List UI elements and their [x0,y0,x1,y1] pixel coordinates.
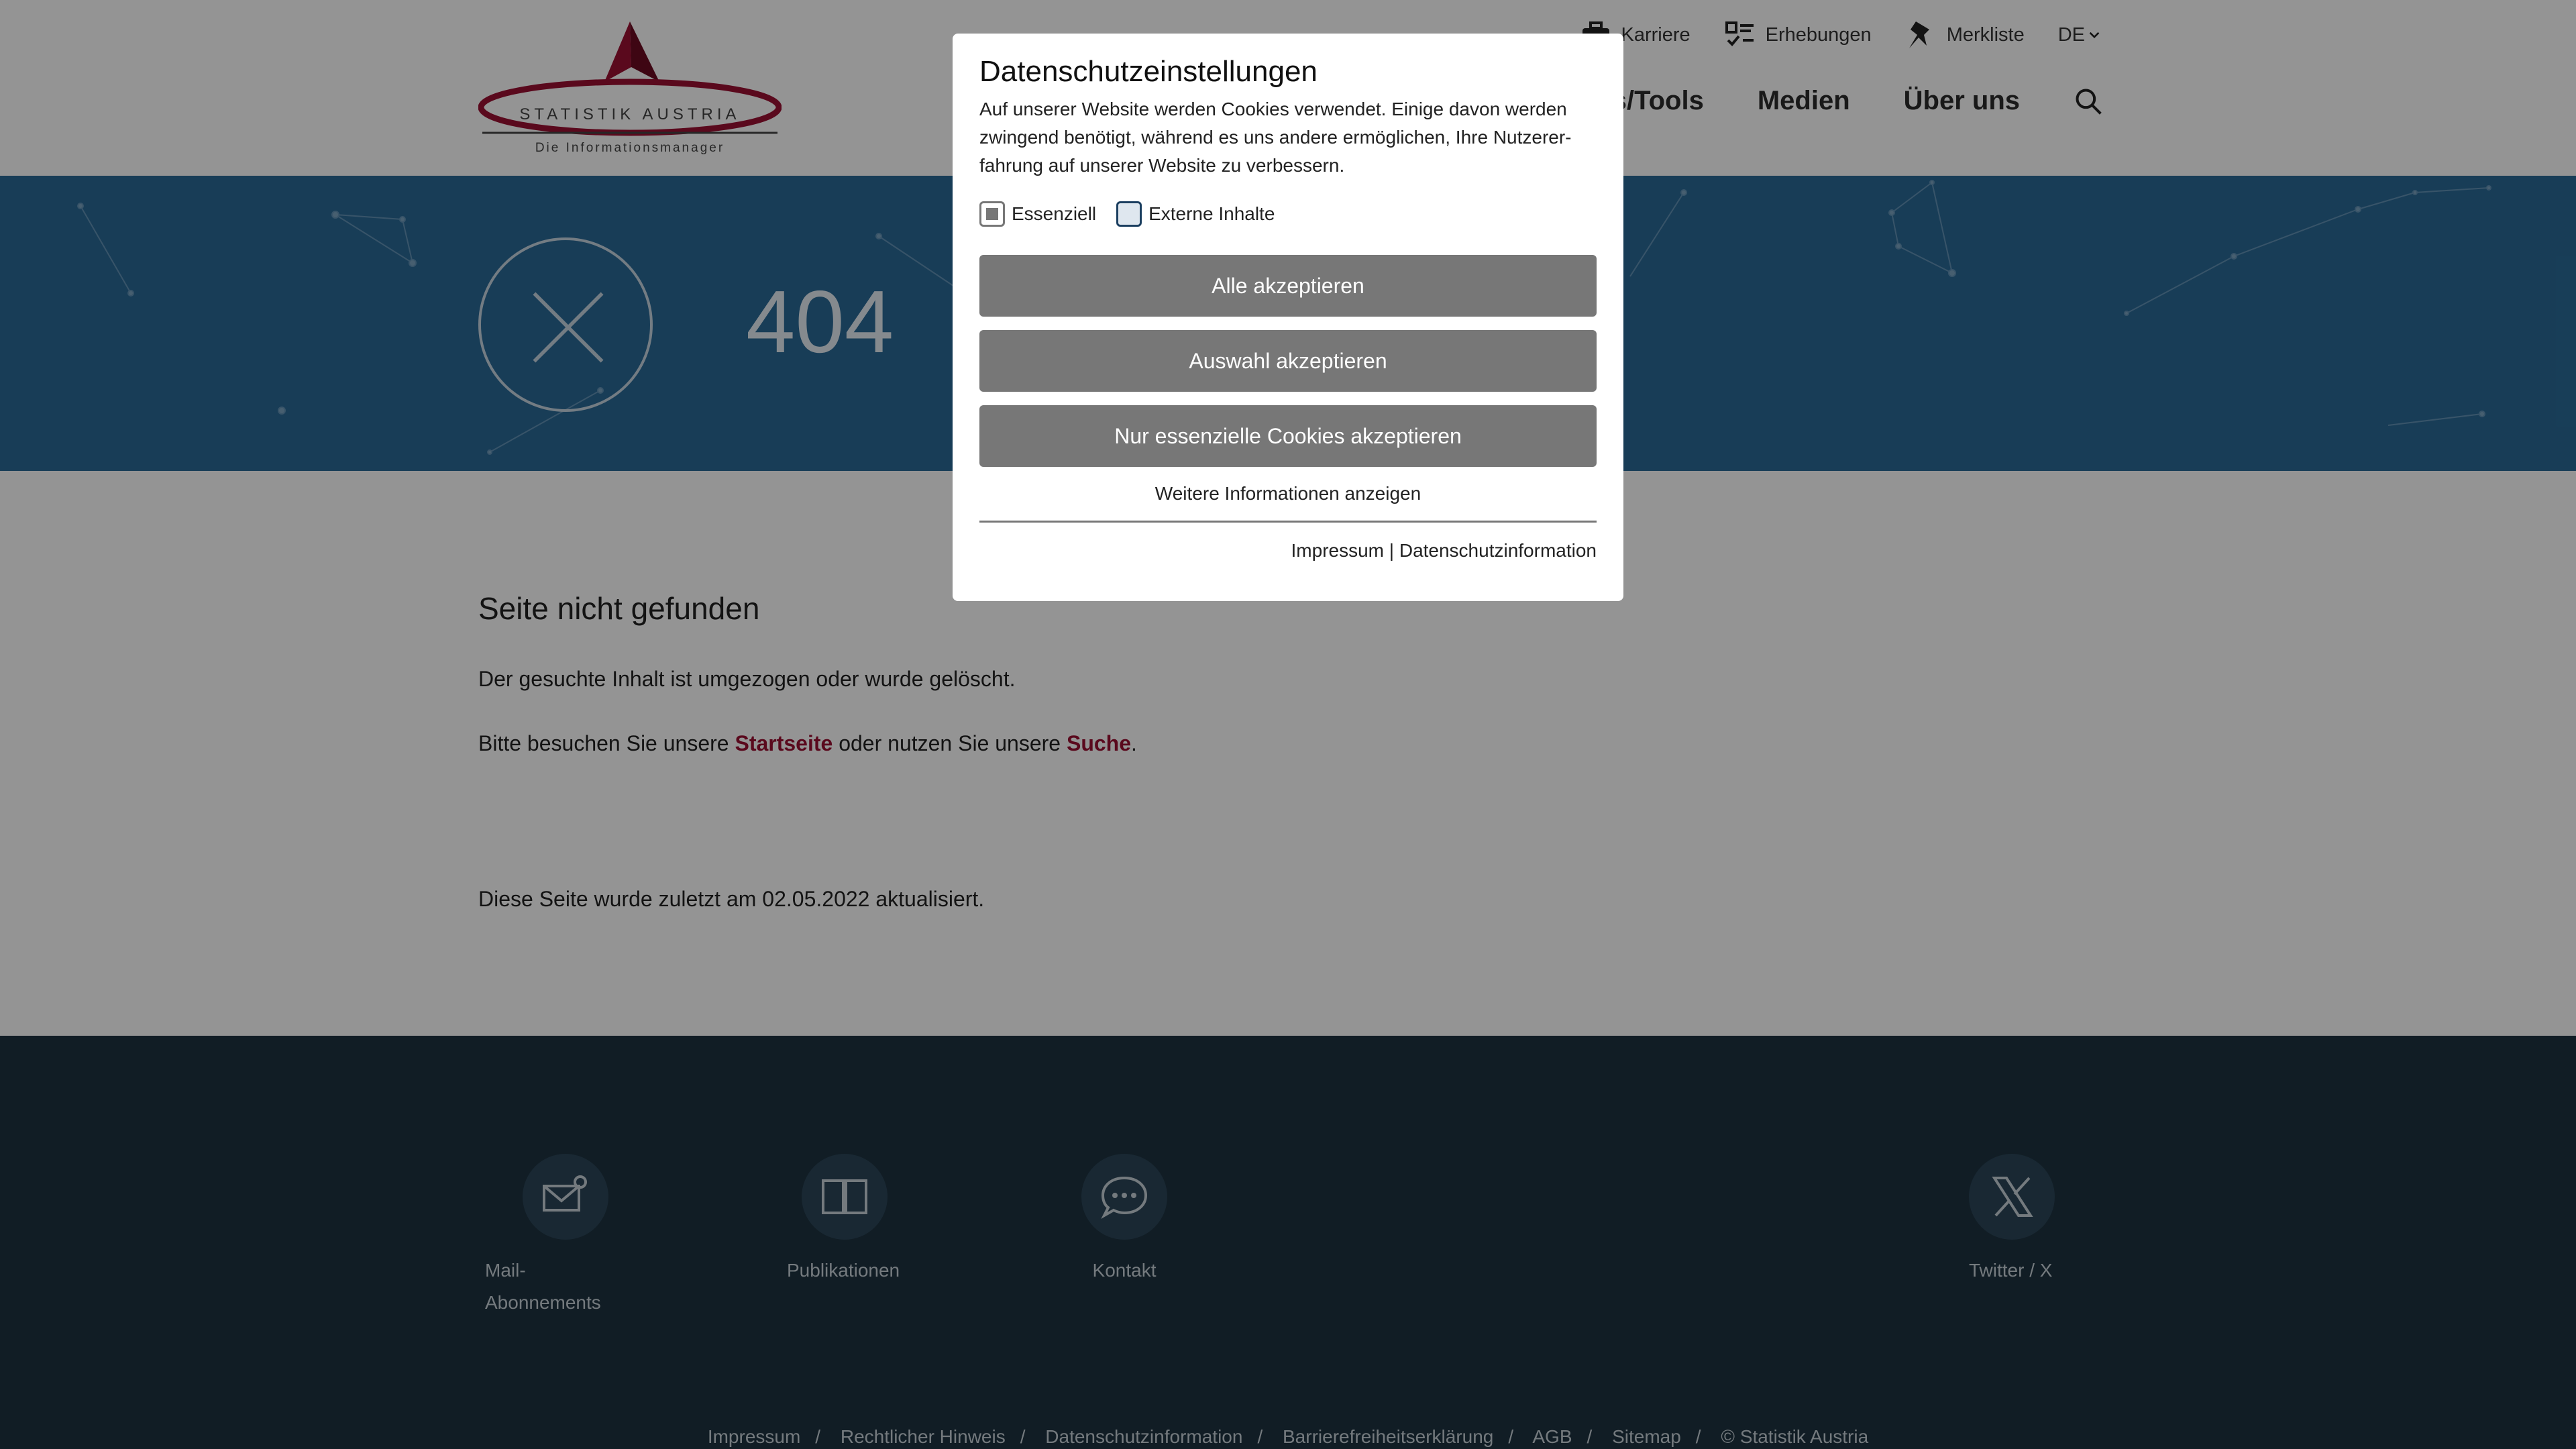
dialog-link-datenschutz[interactable]: Datenschutzinformation [1399,540,1597,561]
checkbox-essenziell[interactable]: Essenziell [979,201,1096,227]
cookie-categories: Essenziell Externe Inhalte [979,201,1597,227]
accept-essential-button[interactable]: Nur essenzielle Cookies akzeptieren [979,405,1597,467]
dialog-legal-links: Impressum | Datenschutzinformation [979,540,1597,561]
dialog-title: Datenschutzeinstellungen [979,55,1318,88]
checkbox-label: Externe Inhalte [1148,203,1275,224]
checkbox-label: Essenziell [1012,203,1097,224]
cookie-consent-dialog: Datenschutzeinstellungen Auf unserer Web… [953,34,1623,601]
checkbox-box[interactable] [979,201,1005,227]
more-info-link[interactable]: Weitere Informationen anzeigen [979,483,1597,504]
checkbox-box[interactable] [1116,201,1142,227]
accept-selection-button[interactable]: Auswahl akzeptieren [979,330,1597,392]
dialog-link-separator: | [1384,540,1399,561]
checkbox-externe-inhalte[interactable]: Externe Inhalte [1116,201,1275,227]
page: STATISTIK AUSTRIA Die Informationsmanage… [0,0,2576,1449]
dialog-link-impressum[interactable]: Impressum [1291,540,1384,561]
accept-all-button[interactable]: Alle akzeptieren [979,255,1597,317]
dialog-divider [979,521,1597,523]
dialog-intro: Auf unserer Website werden Cookies verwe… [979,99,1572,176]
